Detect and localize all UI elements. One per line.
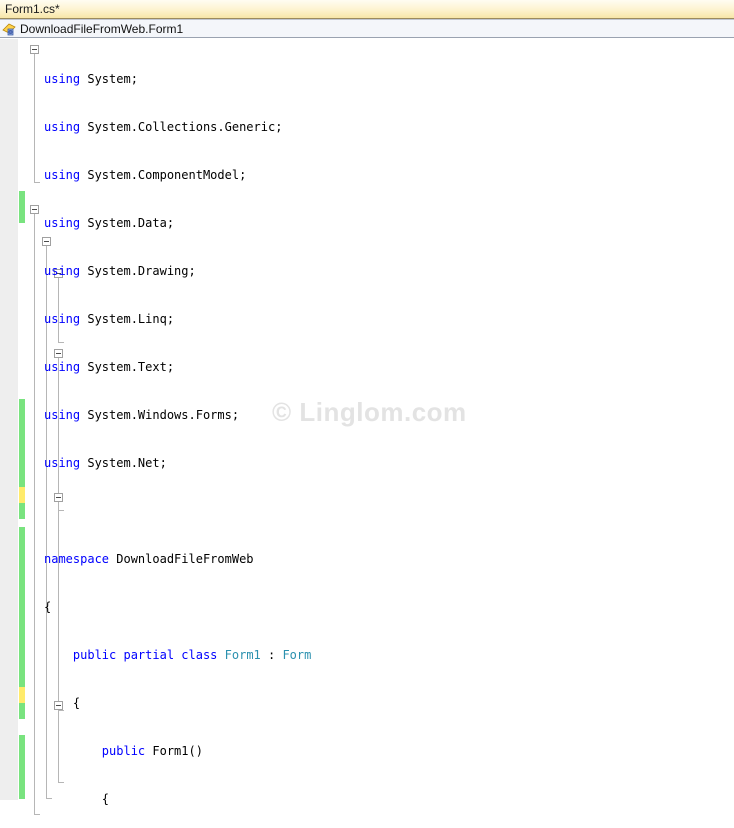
change-marker-saved (19, 503, 25, 519)
code-text-area[interactable]: using System; using System.Collections.G… (44, 39, 734, 828)
change-marker-unsaved (19, 687, 25, 703)
change-marker-saved (19, 191, 25, 223)
code-line: using System.Linq; (44, 312, 175, 326)
code-line: using System.Net; (44, 456, 167, 470)
code-line: public partial class Form1 : Form (72, 648, 312, 662)
code-line: { (44, 696, 81, 710)
code-line: using System.Drawing; (44, 264, 196, 278)
code-line: using System.ComponentModel; (44, 168, 247, 182)
code-line: using System.Collections.Generic; (44, 120, 283, 134)
code-line: using System.Data; (44, 216, 175, 230)
navigation-bar: DownloadFileFromWeb.Form1 (0, 19, 734, 38)
document-tab-form1-cs[interactable]: Form1.cs* (0, 0, 68, 19)
fold-guide-end (34, 814, 40, 815)
fold-guide-end (34, 182, 40, 183)
indicator-margin[interactable] (0, 39, 18, 800)
code-editor[interactable]: using System; using System.Collections.G… (0, 39, 734, 828)
change-marker-saved (19, 527, 25, 687)
code-line: namespace DownloadFileFromWeb (44, 552, 254, 566)
fold-guide (34, 54, 35, 182)
change-marker-saved (19, 399, 25, 487)
code-line: public Form1() (101, 744, 203, 758)
code-line: using System.Windows.Forms; (44, 408, 240, 422)
document-tab-label: Form1.cs* (5, 2, 60, 16)
code-line: { (44, 792, 110, 806)
code-line: using System.Text; (44, 360, 175, 374)
code-line: { (44, 600, 52, 614)
change-marker-unsaved (19, 487, 25, 503)
class-icon (2, 22, 17, 36)
document-tab-strip: Form1.cs* (0, 0, 734, 19)
fold-toggle-namespace[interactable] (30, 205, 39, 214)
change-marker-saved (19, 735, 25, 799)
navigation-bar-label[interactable]: DownloadFileFromWeb.Form1 (20, 22, 183, 37)
fold-toggle-usings[interactable] (30, 45, 39, 54)
fold-guide (34, 214, 35, 814)
code-line: using System; (44, 72, 138, 86)
change-marker-saved (19, 703, 25, 719)
